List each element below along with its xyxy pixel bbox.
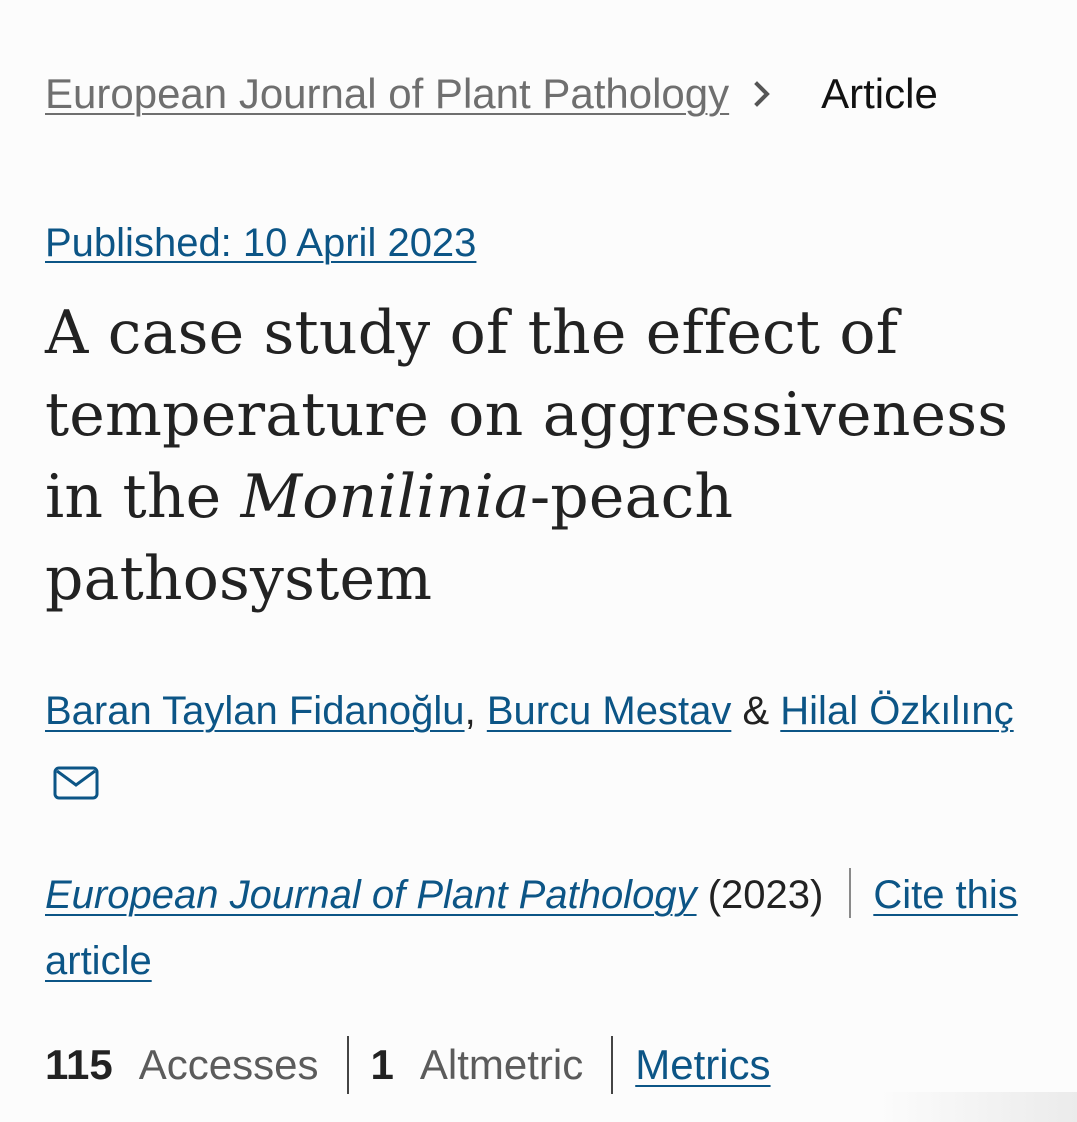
author-comma: , xyxy=(464,689,476,733)
publication-year: (2023) xyxy=(707,873,824,917)
divider xyxy=(611,1036,614,1094)
citation-line: European Journal of Plant Pathology (202… xyxy=(45,862,1045,994)
journal-link[interactable]: European Journal of Plant Pathology xyxy=(45,873,697,917)
metrics-link[interactable]: Metrics xyxy=(635,1041,770,1089)
article-title: A case study of the effect of temperatur… xyxy=(45,292,1055,620)
author-link-3[interactable]: Hilal Özkılınç xyxy=(780,689,1013,733)
accesses-label: Accesses xyxy=(138,1041,319,1088)
chevron-right-icon xyxy=(754,81,770,107)
author-ampersand: & xyxy=(742,689,770,733)
mail-icon[interactable] xyxy=(53,766,99,800)
title-genus-italic: Monilinia xyxy=(240,462,530,532)
breadcrumb-journal-link[interactable]: European Journal of Plant Pathology xyxy=(45,66,729,122)
bottom-shadow xyxy=(877,1092,1077,1122)
accesses-count: 115 xyxy=(45,1041,113,1088)
published-date-link[interactable]: Published: 10 April 2023 xyxy=(45,216,476,270)
divider xyxy=(346,1036,349,1094)
article-header-page: European Journal of Plant Pathology Arti… xyxy=(0,0,1077,1122)
metrics-bar: 115 Accesses 1 Altmetric Metrics xyxy=(45,1036,771,1094)
breadcrumb: European Journal of Plant Pathology Arti… xyxy=(45,66,938,122)
divider xyxy=(849,868,852,918)
author-link-2[interactable]: Burcu Mestav xyxy=(487,689,732,733)
altmetric-label: Altmetric xyxy=(419,1041,584,1088)
author-link-1[interactable]: Baran Taylan Fidanoğlu xyxy=(45,689,465,733)
altmetric-count: 1 xyxy=(370,1041,394,1088)
breadcrumb-current: Article xyxy=(821,70,938,117)
author-list: Baran Taylan Fidanoğlu, Burcu Mestav & H… xyxy=(45,674,1045,822)
